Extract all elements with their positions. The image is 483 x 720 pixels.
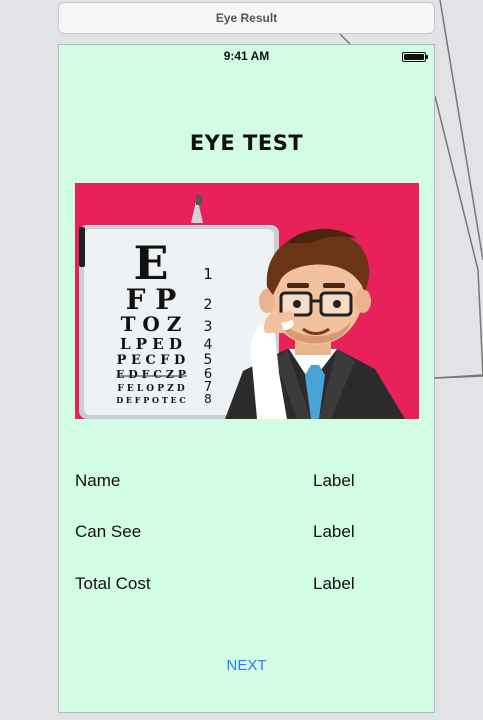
chart-row-letters: E (133, 236, 168, 290)
total-cost-value: Label (313, 574, 355, 593)
chart-row-letters: E D F C Z P (116, 368, 186, 381)
name-row: Name Label (75, 469, 420, 493)
chart-row-letters: T O Z (121, 312, 182, 336)
chart-row-letters: D E F P O T E C (116, 395, 186, 405)
chart-row-number: 3 (204, 319, 213, 335)
name-value: Label (313, 471, 355, 490)
status-bar: 9:41 AM (59, 45, 434, 67)
status-time: 9:41 AM (223, 49, 270, 63)
eye-test-image: E1F P2T O Z3L P E D4P E C F D5E D F C Z … (75, 183, 419, 419)
chart-row-number: 5 (204, 352, 213, 368)
battery-full-icon (402, 52, 428, 62)
chart-row-number: 4 (204, 337, 213, 353)
chart-row-letters: L P E D (120, 335, 182, 353)
phone-screen: 9:41 AM EYE TEST E1F P2T O Z3L P E D4P E… (58, 44, 435, 713)
chart-row-letters: F E L O P Z D (117, 384, 185, 394)
scene-title-bar[interactable]: Eye Result (58, 2, 435, 34)
name-label: Name (75, 471, 121, 490)
chart-row-number: 8 (204, 392, 212, 406)
chart-row-letters: P E C F D (117, 353, 186, 368)
chart-row-number: 2 (204, 297, 213, 313)
can-see-row: Can See Label (75, 520, 420, 544)
eye-doctor-illustration: E 1F P 2T O Z 3L P E D 4P E C F D 5E D F C Z … (79, 195, 405, 419)
total-cost-label: Total Cost (75, 574, 151, 593)
page-title: EYE TEST (189, 131, 304, 155)
can-see-value: Label (313, 522, 355, 541)
can-see-label: Can See (75, 522, 142, 541)
total-cost-row: Total Cost Label (75, 572, 420, 596)
chart-row-number: 1 (203, 265, 213, 283)
next-button[interactable]: NEXT (59, 657, 434, 674)
scene-title: Eye Result (215, 11, 278, 25)
